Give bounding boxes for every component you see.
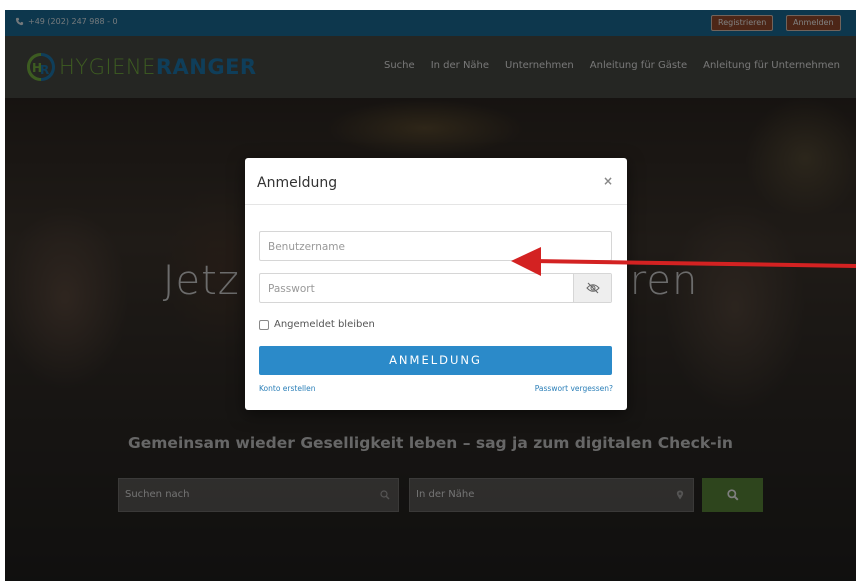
remember-me-checkbox[interactable]: Angemeldet bleiben [259, 319, 375, 330]
toggle-password-button[interactable] [573, 274, 611, 302]
login-modal: Anmeldung × Benutzername Passwort Angeme… [245, 158, 627, 410]
close-icon[interactable]: × [603, 174, 613, 188]
remember-me-label: Angemeldet bleiben [274, 319, 375, 330]
username-field[interactable]: Benutzername [259, 231, 612, 261]
forgot-password-link[interactable]: Passwort vergessen? [535, 384, 613, 393]
modal-title: Anmeldung [257, 175, 338, 191]
modal-header: Anmeldung × [245, 158, 627, 205]
password-field[interactable]: Passwort [259, 273, 612, 303]
submit-login-button[interactable]: ANMELDUNG [259, 346, 612, 375]
eye-slash-icon [585, 282, 600, 294]
checkbox[interactable] [259, 319, 269, 330]
browser-viewport: +49 (202) 247 988 - 0 Registrieren Anmel… [5, 10, 856, 581]
create-account-link[interactable]: Konto erstellen [259, 384, 316, 393]
